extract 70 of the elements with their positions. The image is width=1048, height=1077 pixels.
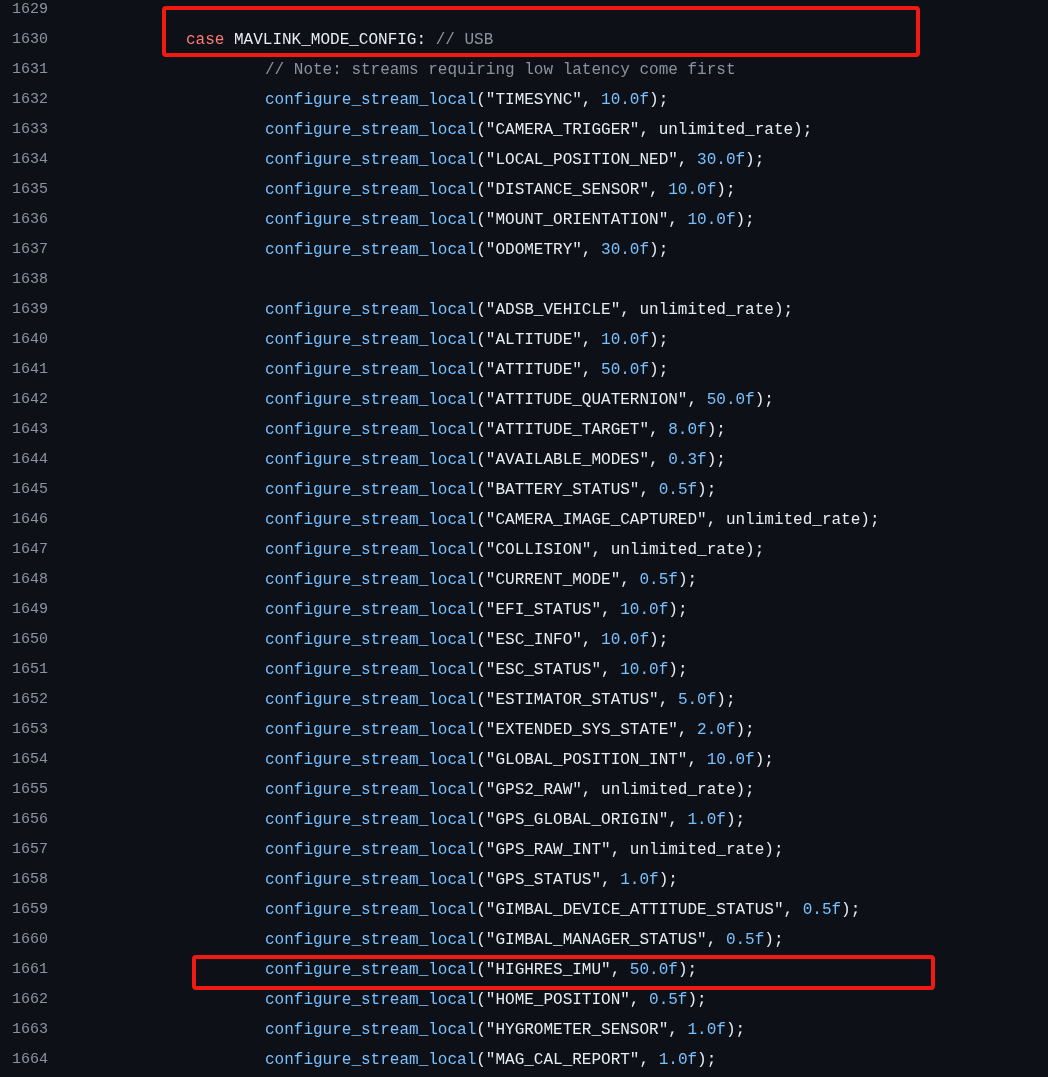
code-line: configure_stream_local("GPS2_RAW", unlimited_rate); — [265, 780, 755, 801]
line-number: 1633 — [11, 120, 49, 140]
line-number: 1646 — [11, 510, 49, 530]
line-number: 1635 — [11, 180, 49, 200]
code-line: configure_stream_local("DISTANCE_SENSOR", 10.0f); — [265, 180, 736, 201]
code-line: configure_stream_local("CAMERA_TRIGGER", unlimited_rate); — [265, 120, 813, 141]
line-number: 1660 — [11, 930, 49, 950]
line-number: 1638 — [11, 270, 49, 290]
code-line: configure_stream_local("MOUNT_ORIENTATION", 10.0f); — [265, 210, 755, 231]
line-number: 1664 — [11, 1050, 49, 1070]
code-line: configure_stream_local("EXTENDED_SYS_STATE", 2.0f); — [265, 720, 755, 741]
line-number: 1661 — [11, 960, 49, 980]
line-number: 1649 — [11, 600, 49, 620]
code-line: configure_stream_local("ADSB_VEHICLE", unlimited_rate); — [265, 300, 794, 321]
code-line: configure_stream_local("MAG_CAL_REPORT", 1.0f); — [265, 1050, 717, 1071]
code-line: configure_stream_local("ESTIMATOR_STATUS", 5.0f); — [265, 690, 736, 711]
line-number: 1643 — [11, 420, 49, 440]
code-line: configure_stream_local("GLOBAL_POSITION_INT", 10.0f); — [265, 750, 774, 771]
code-line: configure_stream_local("GPS_GLOBAL_ORIGIN", 1.0f); — [265, 810, 746, 831]
line-number: 1644 — [11, 450, 49, 470]
line-number: 1642 — [11, 390, 49, 410]
line-number: 1647 — [11, 540, 49, 560]
line-number: 1651 — [11, 660, 49, 680]
line-number: 1631 — [11, 60, 49, 80]
line-number: 1645 — [11, 480, 49, 500]
code-line: configure_stream_local("LOCAL_POSITION_NED", 30.0f); — [265, 150, 765, 171]
line-number: 1640 — [11, 330, 49, 350]
code-line: configure_stream_local("ATTITUDE", 50.0f); — [265, 360, 669, 381]
code-line: configure_stream_local("ODOMETRY", 30.0f); — [265, 240, 669, 261]
line-number: 1654 — [11, 750, 49, 770]
line-number: 1634 — [11, 150, 49, 170]
line-number: 1650 — [11, 630, 49, 650]
code-line: configure_stream_local("GPS_STATUS", 1.0f); — [265, 870, 678, 891]
line-number: 1639 — [11, 300, 49, 320]
code-line: configure_stream_local("ESC_INFO", 10.0f); — [265, 630, 669, 651]
line-number: 1652 — [11, 690, 49, 710]
line-number: 1655 — [11, 780, 49, 800]
code-line: configure_stream_local("HYGROMETER_SENSOR", 1.0f); — [265, 1020, 746, 1041]
code-line: configure_stream_local("HOME_POSITION", 0.5f); — [265, 990, 707, 1011]
code-line: configure_stream_local("ALTITUDE", 10.0f); — [265, 330, 669, 351]
line-number: 1641 — [11, 360, 49, 380]
line-number: 1659 — [11, 900, 49, 920]
code-line: configure_stream_local("CAMERA_IMAGE_CAPTURED", unlimited_rate); — [265, 510, 880, 531]
code-line: configure_stream_local("GPS_RAW_INT", unlimited_rate); — [265, 840, 784, 861]
line-number: 1653 — [11, 720, 49, 740]
code-line: case MAVLINK_MODE_CONFIG: // USB — [186, 30, 494, 51]
code-line: configure_stream_local("AVAILABLE_MODES", 0.3f); — [265, 450, 726, 471]
line-number: 1658 — [11, 870, 49, 890]
code-line: configure_stream_local("ATTITUDE_QUATERNION", 50.0f); — [265, 390, 774, 411]
code-line: configure_stream_local("HIGHRES_IMU", 50.0f); — [265, 960, 698, 981]
line-number: 1662 — [11, 990, 49, 1010]
line-number: 1657 — [11, 840, 49, 860]
code-line: configure_stream_local("GIMBAL_DEVICE_ATTITUDE_STATUS", 0.5f); — [265, 900, 861, 921]
line-number: 1663 — [11, 1020, 49, 1040]
line-number: 1648 — [11, 570, 49, 590]
line-number: 1630 — [11, 30, 49, 50]
code-line: configure_stream_local("EFI_STATUS", 10.0f); — [265, 600, 688, 621]
code-line: configure_stream_local("BATTERY_STATUS", 0.5f); — [265, 480, 717, 501]
code-line: configure_stream_local("ESC_STATUS", 10.0f); — [265, 660, 688, 681]
line-number: 1629 — [11, 0, 49, 20]
code-line: configure_stream_local("COLLISION", unlimited_rate); — [265, 540, 765, 561]
code-line: // Note: streams requiring low latency come first — [265, 60, 736, 81]
line-number: 1637 — [11, 240, 49, 260]
line-number: 1632 — [11, 90, 49, 110]
line-number: 1656 — [11, 810, 49, 830]
code-line: configure_stream_local("CURRENT_MODE", 0.5f); — [265, 570, 698, 591]
code-line: configure_stream_local("ATTITUDE_TARGET", 8.0f); — [265, 420, 726, 441]
code-line: configure_stream_local("TIMESYNC", 10.0f); — [265, 90, 669, 111]
line-number: 1636 — [11, 210, 49, 230]
code-line: configure_stream_local("GIMBAL_MANAGER_STATUS", 0.5f); — [265, 930, 784, 951]
